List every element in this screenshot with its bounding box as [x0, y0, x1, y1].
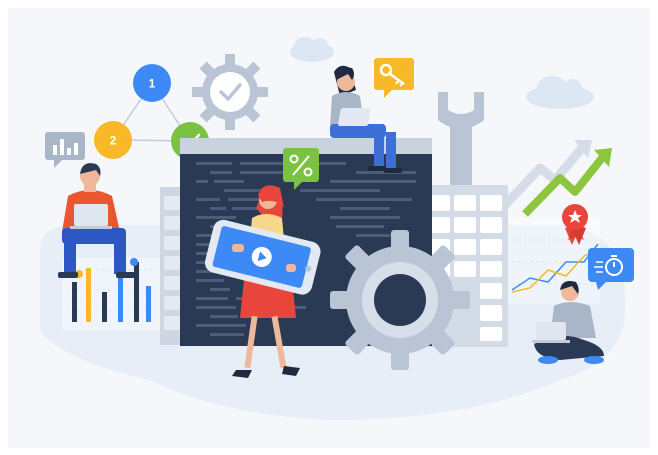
laptop-icon-top [338, 108, 371, 126]
large-gear-icon [330, 230, 470, 370]
web-development-illustration: 1 2 [0, 0, 658, 455]
laptop-icon-right [532, 322, 570, 343]
illustration-stage: 1 2 [0, 0, 658, 455]
step-1-label: 1 [149, 77, 156, 91]
gear-icon [192, 54, 268, 130]
laptop-icon [70, 204, 112, 229]
step-badge-1: 1 [133, 64, 171, 102]
left-keyboard-keys [164, 196, 180, 330]
right-line-chart [508, 218, 600, 304]
left-bar-chart [62, 258, 162, 330]
step-2-label: 2 [110, 134, 117, 148]
step-badge-2: 2 [94, 121, 132, 159]
